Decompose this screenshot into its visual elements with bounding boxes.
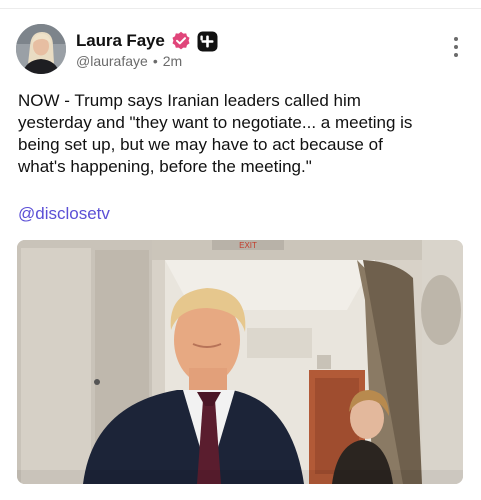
post-body-line: what's happening, before the meeting.": [18, 157, 312, 176]
more-vertical-icon-dot-1: [454, 37, 458, 41]
plus-badge-icon: [197, 31, 218, 51]
more-options-button[interactable]: [447, 34, 465, 60]
author-handle[interactable]: @laurafaye: [76, 53, 148, 69]
more-vertical-icon-dot-2: [454, 45, 458, 49]
top-divider: [0, 8, 481, 9]
avatar[interactable]: [16, 24, 66, 74]
post-body-line: yesterday and "they want to negotiate...…: [18, 113, 413, 132]
post-header: Laura Faye @laurafaye • 2m: [16, 24, 465, 76]
mention-link[interactable]: @disclosetv: [18, 203, 110, 225]
more-vertical-icon-dot-3: [454, 53, 458, 57]
post-body-line: NOW - Trump says Iranian leaders called …: [18, 91, 361, 110]
author-display-name[interactable]: Laura Faye: [76, 31, 165, 51]
separator-dot: •: [152, 53, 158, 69]
post-body: NOW - Trump says Iranian leaders called …: [18, 90, 438, 178]
author-meta-row: @laurafaye • 2m: [76, 53, 182, 69]
exit-sign-text: EXIT: [239, 241, 257, 250]
avatar-image: [16, 24, 66, 74]
author-name-row: Laura Faye: [76, 29, 218, 53]
verified-badge-icon: [172, 31, 190, 50]
post-media-video[interactable]: EXIT: [17, 240, 463, 484]
post-time: 2m: [162, 53, 183, 69]
post-body-line: being set up, but we may have to act bec…: [18, 135, 383, 154]
video-thumbnail: EXIT: [17, 240, 463, 484]
